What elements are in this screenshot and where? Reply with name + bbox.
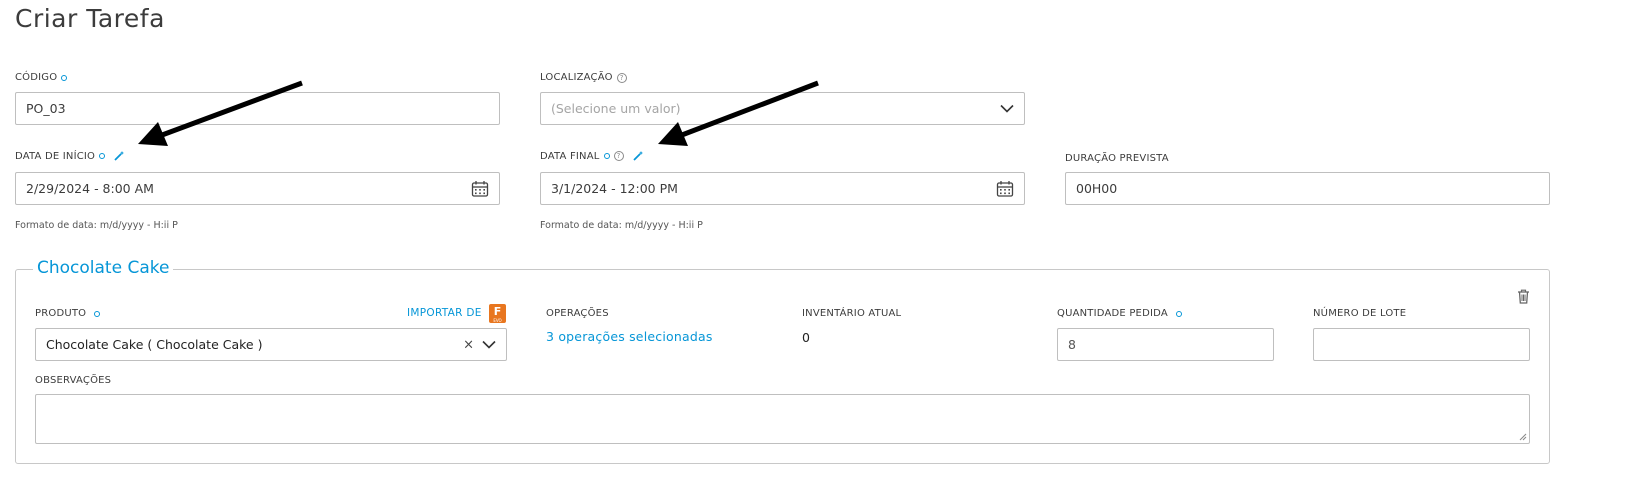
required-dot-icon — [1175, 310, 1182, 317]
observacoes-label-text: OBSERVAÇÕES — [35, 375, 112, 386]
data-inicio-label-text: DATA DE INÍCIO — [15, 150, 96, 162]
produto-label: PRODUTO — [35, 308, 101, 319]
operacoes-label-text: OPERAÇÕES — [546, 308, 609, 319]
lote-label-text: NÚMERO DE LOTE — [1313, 308, 1407, 319]
quantidade-input[interactable]: 8 — [1057, 328, 1274, 361]
product-section-title: Chocolate Cake — [33, 258, 174, 278]
duracao-input[interactable]: 00H00 — [1065, 172, 1550, 205]
quantidade-label: QUANTIDADE PEDIDA — [1057, 308, 1182, 319]
produto-value: Chocolate Cake ( Chocolate Cake ) — [46, 337, 263, 352]
required-dot-icon — [603, 153, 610, 159]
data-inicio-hint: Formato de data: m/d/yyyy - H:ii P — [15, 220, 178, 231]
codigo-value: PO_03 — [26, 101, 66, 116]
inventario-value: 0 — [802, 330, 810, 345]
localizacao-placeholder: (Selecione um valor) — [551, 101, 681, 116]
help-icon[interactable]: ? — [616, 72, 627, 83]
codigo-input[interactable]: PO_03 — [15, 92, 500, 125]
magic-wand-icon[interactable] — [632, 150, 644, 162]
codigo-label: CÓDIGO — [15, 72, 68, 83]
data-final-value: 3/1/2024 - 12:00 PM — [551, 181, 678, 196]
trash-icon[interactable] — [1517, 289, 1530, 308]
operacoes-link[interactable]: 3 operações selecionadas — [546, 329, 713, 344]
data-inicio-input[interactable]: 2/29/2024 - 8:00 AM — [15, 172, 500, 205]
quantidade-label-text: QUANTIDADE PEDIDA — [1057, 308, 1168, 319]
data-inicio-value: 2/29/2024 - 8:00 AM — [26, 181, 154, 196]
required-dot-icon — [94, 310, 101, 317]
inventario-label-text: INVENTÁRIO ATUAL — [802, 308, 902, 319]
produto-select[interactable]: Chocolate Cake ( Chocolate Cake ) × — [35, 328, 507, 361]
observacoes-textarea[interactable] — [35, 394, 1530, 444]
data-final-label: DATA FINAL ? — [540, 150, 644, 162]
fusion-icon-letter: F — [493, 305, 502, 318]
import-link[interactable]: IMPORTAR DE — [407, 307, 482, 319]
data-final-hint: Formato de data: m/d/yyyy - H:ii P — [540, 220, 703, 231]
calendar-icon[interactable] — [996, 180, 1014, 198]
data-final-input[interactable]: 3/1/2024 - 12:00 PM — [540, 172, 1025, 205]
localizacao-label: LOCALIZAÇÃO ? — [540, 72, 627, 83]
fusion-icon[interactable]: F EVO — [489, 304, 506, 323]
duracao-value: 00H00 — [1076, 181, 1118, 196]
lote-input[interactable] — [1313, 328, 1530, 361]
localizacao-select[interactable]: (Selecione um valor) — [540, 92, 1025, 125]
lote-label: NÚMERO DE LOTE — [1313, 308, 1406, 319]
clear-icon[interactable]: × — [463, 337, 474, 352]
magic-wand-icon[interactable] — [113, 150, 125, 162]
duracao-label-text: DURAÇÃO PREVISTA — [1065, 153, 1169, 164]
data-final-label-text: DATA FINAL — [540, 150, 600, 162]
localizacao-label-text: LOCALIZAÇÃO — [540, 72, 613, 83]
chevron-down-icon[interactable] — [482, 337, 496, 352]
duracao-label: DURAÇÃO PREVISTA — [1065, 153, 1169, 164]
required-dot-icon — [61, 74, 68, 81]
calendar-icon[interactable] — [471, 180, 489, 198]
quantidade-value: 8 — [1068, 337, 1076, 352]
observacoes-label: OBSERVAÇÕES — [35, 375, 111, 386]
fusion-icon-sub: EVO — [493, 318, 502, 323]
operacoes-label: OPERAÇÕES — [546, 308, 609, 319]
inventario-label: INVENTÁRIO ATUAL — [802, 308, 901, 319]
produto-label-text: PRODUTO — [35, 308, 87, 319]
page-title: Criar Tarefa — [15, 4, 165, 33]
chevron-down-icon[interactable] — [1000, 104, 1014, 113]
resize-grip-icon[interactable] — [1519, 433, 1527, 441]
data-inicio-label: DATA DE INÍCIO — [15, 150, 125, 162]
help-icon[interactable]: ? — [613, 151, 624, 161]
required-dot-icon — [99, 153, 106, 159]
codigo-label-text: CÓDIGO — [15, 72, 58, 83]
